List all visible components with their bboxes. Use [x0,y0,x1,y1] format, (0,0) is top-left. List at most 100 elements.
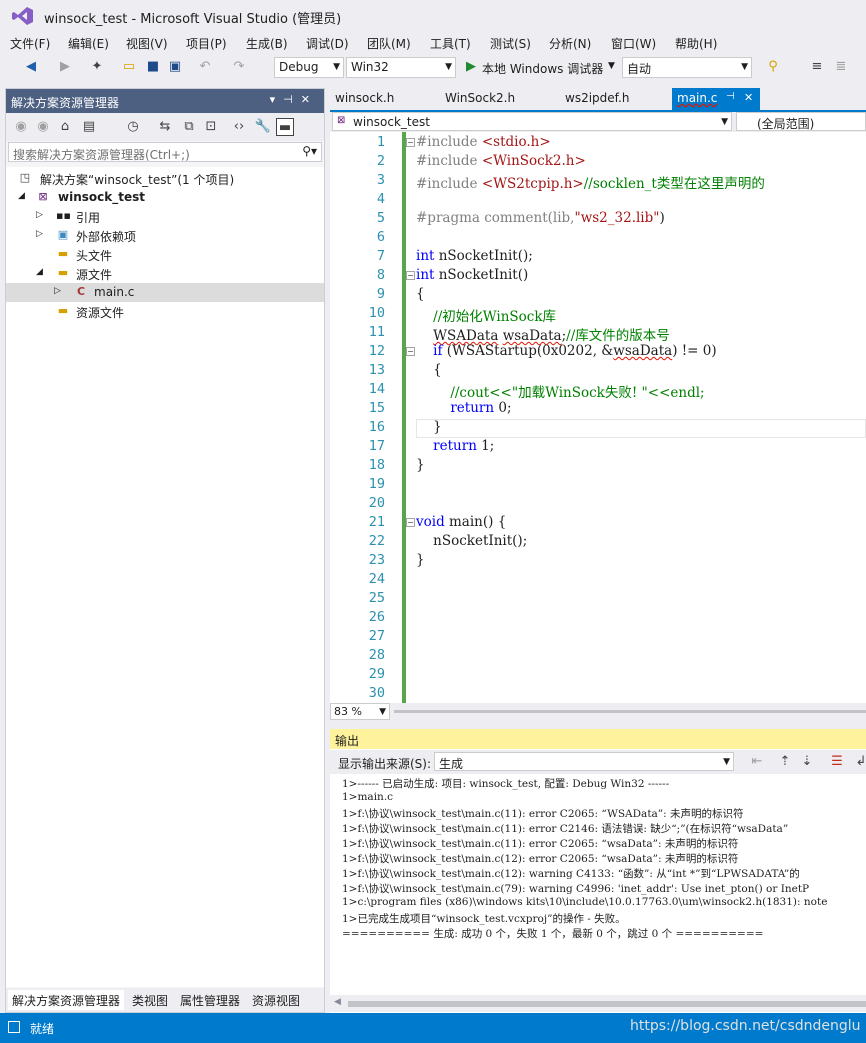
chevron-down-icon[interactable]: ▼ [608,61,615,71]
prev-message-icon[interactable]: ⇡ [776,753,794,771]
tab-winsock2-h[interactable]: WinSock2.h [440,88,520,110]
forward-icon[interactable]: ▶ [56,58,74,76]
run-debugger-button[interactable]: 本地 Windows 调试器 [482,60,603,77]
tree-project[interactable]: ◢ ⊠ winsock_test [6,188,324,207]
output-title: 输出 [335,734,360,748]
collapsed-icon[interactable]: ▷ [36,229,43,239]
solution-search-input[interactable]: 搜索解决方案资源管理器(Ctrl+;) ⚲▾ [8,142,322,162]
menu-window[interactable]: 窗口(W) [611,35,656,52]
find-message-icon[interactable]: ⇤ [748,753,766,771]
run-icon[interactable]: ▶ [462,58,480,76]
comment-icon[interactable]: ≡ [808,58,826,76]
open-folder-icon[interactable]: ▭ [120,58,138,76]
line-number: 13 [368,362,385,378]
find-icon[interactable]: ⚲ [764,58,782,76]
code-editor[interactable]: 1 2 3 4 5 6 7 8 9 10 11 12 13 14 15 16 1… [330,132,866,703]
new-project-icon[interactable]: ✦ [88,58,106,76]
scroll-left-icon[interactable]: ◀ [334,997,341,1007]
menu-project[interactable]: 项目(P) [186,35,227,52]
output-source-combo[interactable]: 生成 ▼ [434,752,734,771]
menu-help[interactable]: 帮助(H) [675,35,717,52]
search-icon[interactable]: ⚲▾ [302,144,317,158]
fold-icon[interactable]: − [406,518,415,527]
menu-analyze[interactable]: 分析(N) [549,35,591,52]
uncomment-icon[interactable]: ≣ [832,58,850,76]
expanded-icon[interactable]: ◢ [36,267,43,277]
back-icon[interactable]: ◀ [22,58,40,76]
save-all-icon[interactable]: ▣ [166,58,184,76]
fold-icon[interactable]: − [406,347,415,356]
standard-toolbar: ◀ ▶ ✦ ▭ ■ ▣ ↶ ↷ Debug ▼ Win32 ▼ ▶ 本地 Win… [0,53,866,81]
dropdown-icon[interactable]: ▾ [270,93,284,106]
menu-file[interactable]: 文件(F) [10,35,50,52]
save-icon[interactable]: ■ [144,58,162,76]
preview-icon[interactable]: ▬ [276,118,294,136]
token-text: ) != 0) [672,343,717,359]
output-text[interactable]: 1>------ 已启动生成: 项目: winsock_test, 配置: De… [330,774,866,994]
back-icon[interactable]: ◉ [12,118,30,136]
redo-icon[interactable]: ↷ [230,58,248,76]
undo-icon[interactable]: ↶ [196,58,214,76]
fold-icon[interactable]: − [406,271,415,280]
tree-references[interactable]: ▷ ▪▪ 引用 [6,207,324,226]
clear-all-icon[interactable]: ☰ [828,753,846,771]
menu-test[interactable]: 测试(S) [490,35,531,52]
tree-solution[interactable]: ◳ 解决方案“winsock_test”(1 个项目) [6,169,324,188]
fold-icon[interactable]: − [406,138,415,147]
tree-resource-files[interactable]: ▬ 资源文件 [6,302,324,321]
tab-winsock-h[interactable]: winsock.h [330,88,399,110]
tree-source-files[interactable]: ◢ ▬ 源文件 [6,264,324,283]
next-message-icon[interactable]: ⇣ [798,753,816,771]
c-file-icon: C [76,285,86,298]
word-wrap-icon[interactable]: ↲ [852,753,866,771]
auto-combo[interactable]: 自动 ▼ [622,57,752,78]
line-number: 21 [368,514,385,530]
tab-class-view[interactable]: 类视图 [128,990,172,1010]
sync-icon[interactable]: ⇆ [156,118,174,136]
menu-team[interactable]: 团队(M) [367,35,411,52]
token-text: nSocketInit(); [416,533,528,549]
menu-edit[interactable]: 编辑(E) [68,35,109,52]
close-icon[interactable]: ✕ [744,91,753,104]
visual-studio-logo-icon [12,7,33,25]
pending-changes-icon[interactable]: ◷ [124,118,142,136]
show-all-files-icon[interactable]: ⊡ [202,118,220,136]
tab-solution-explorer[interactable]: 解决方案资源管理器 [8,990,125,1010]
forward-icon[interactable]: ◉ [34,118,52,136]
properties-icon[interactable]: 🔧 [254,118,272,136]
project-scope-combo[interactable]: ⊠ winsock_test ▼ [332,112,732,131]
output-horizontal-scrollbar[interactable]: ◀ [330,995,866,1012]
tab-resource-view[interactable]: 资源视图 [248,990,304,1010]
horizontal-scrollbar[interactable] [394,710,866,713]
menu-view[interactable]: 视图(V) [126,35,168,52]
token-keyword: return [433,438,477,454]
scope-combo[interactable]: (全局范围) [736,112,866,131]
menu-debug[interactable]: 调试(D) [306,35,349,52]
tree-header-files[interactable]: ▬ 头文件 [6,245,324,264]
tree-external-deps[interactable]: ▷ ▣ 外部依赖项 [6,226,324,245]
zoom-combo[interactable]: 83 % ▼ [330,703,390,720]
view-code-icon[interactable]: ‹› [230,118,248,136]
tab-property-manager[interactable]: 属性管理器 [176,990,244,1010]
line-number: 3 [376,172,385,188]
collapsed-icon[interactable]: ▷ [36,210,43,220]
home-icon[interactable]: ⌂ [56,118,74,136]
collapsed-icon[interactable]: ▷ [54,286,61,296]
code-line-16: } [416,419,442,435]
close-icon[interactable]: ✕ [301,93,318,106]
config-combo[interactable]: Debug ▼ [274,57,344,78]
tab-ws2ipdef-h[interactable]: ws2ipdef.h [560,88,634,110]
switch-views-icon[interactable]: ▤ [80,118,98,136]
expanded-icon[interactable]: ◢ [18,191,25,201]
output-line: 1>f:\协议\winsock_test\main.c(12): warning… [342,868,800,880]
pin-icon[interactable]: ⊣ [726,91,735,102]
scroll-thumb[interactable] [348,1001,866,1007]
tree-main-c[interactable]: ▷ C main.c [6,283,324,302]
collapse-all-icon[interactable]: ⧉ [180,118,198,136]
token-comment: //cout<<"加载WinSock失败! "<<endl; [416,385,705,401]
menu-tools[interactable]: 工具(T) [430,35,471,52]
menu-build[interactable]: 生成(B) [246,35,288,52]
tab-main-c[interactable]: main.c ⊣ ✕ [672,88,760,110]
pin-icon[interactable]: ⊣ [283,93,301,106]
platform-combo[interactable]: Win32 ▼ [346,57,456,78]
